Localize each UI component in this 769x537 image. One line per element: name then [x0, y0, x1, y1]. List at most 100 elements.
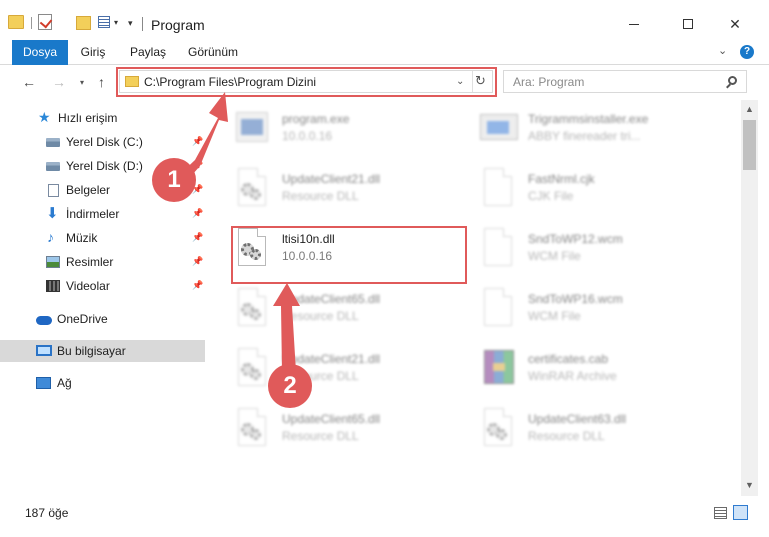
list-item[interactable]: UpdateClient65.dll Resource DLL — [234, 406, 464, 460]
expand-ribbon-icon[interactable]: ⌄ — [718, 44, 727, 57]
scroll-down-icon[interactable]: ▼ — [745, 480, 754, 490]
details-view-icon[interactable] — [714, 507, 727, 519]
tab-view[interactable]: Görünüm — [188, 40, 238, 65]
list-item[interactable]: SndToWP12.wcm WCM File — [480, 226, 710, 280]
close-icon: ✕ — [729, 15, 741, 32]
scroll-up-icon[interactable]: ▲ — [745, 104, 754, 114]
pin-icon: 📌 — [192, 232, 204, 242]
tab-share[interactable]: Paylaş — [130, 40, 166, 65]
sidebar-item-downloads[interactable]: ⬇ İndirmeler 📌 — [0, 203, 205, 225]
sidebar-item-label: OneDrive — [57, 312, 108, 326]
sidebar-item-this-pc[interactable]: Bu bilgisayar — [0, 340, 205, 362]
sidebar-item-label: Belgeler — [66, 183, 111, 197]
archive-icon — [480, 348, 516, 392]
folder-icon — [8, 15, 24, 29]
status-bar: 187 öğe — [0, 500, 769, 527]
file-icon — [480, 288, 516, 332]
maximize-button[interactable] — [665, 10, 711, 38]
download-icon: ⬇ — [46, 205, 59, 222]
file-name: UpdateClient63.dll — [528, 412, 627, 426]
chevron-down-icon[interactable]: ▾ — [114, 18, 124, 28]
back-arrow-icon[interactable]: ← — [22, 74, 36, 90]
list-item[interactable]: SndToWP16.wcm WCM File — [480, 286, 710, 340]
sidebar-item-label: Resimler — [66, 255, 114, 269]
properties-check-icon[interactable] — [38, 14, 52, 30]
drive-icon — [46, 138, 60, 147]
file-name: FastNrml.cjk — [528, 172, 595, 186]
cloud-icon — [36, 316, 52, 325]
file-name: certificates.cab — [528, 352, 609, 366]
sidebar-item-label: İndirmeler — [66, 207, 120, 221]
help-icon[interactable]: ? — [740, 45, 754, 59]
recent-locations-icon[interactable]: ▾ — [80, 78, 84, 87]
file-name: program.exe — [282, 112, 350, 126]
sidebar-item-music[interactable]: ♪ Müzik 📌 — [0, 227, 205, 249]
exe-icon — [234, 108, 270, 152]
sidebar-item-label: Hızlı erişim — [58, 111, 118, 125]
file-name: UpdateClient21.dll — [282, 352, 381, 366]
file-name: UpdateClient65.dll — [282, 292, 381, 306]
new-folder-icon[interactable] — [76, 16, 91, 30]
forward-arrow-icon[interactable]: → — [52, 74, 66, 90]
file-name: SndToWP16.wcm — [528, 292, 623, 306]
tab-file[interactable]: Dosya — [12, 40, 68, 65]
sidebar-item-label: Videolar — [66, 279, 110, 293]
dll-icon — [480, 408, 516, 452]
close-button[interactable]: ✕ — [712, 10, 758, 38]
drive-icon — [46, 162, 60, 171]
file-name: Trigrammsinstaller.exe — [528, 112, 649, 126]
pin-icon: 📌 — [192, 280, 204, 290]
sidebar-item-onedrive[interactable]: OneDrive — [0, 308, 205, 330]
sidebar-item-local-disk-c[interactable]: Yerel Disk (C:) 📌 — [0, 131, 205, 153]
list-item[interactable]: program.exe 10.0.0.16 — [234, 106, 464, 160]
minimize-button[interactable] — [611, 10, 657, 38]
sidebar-item-network[interactable]: Ağ — [0, 372, 205, 394]
list-item[interactable]: FastNrml.cjk CJK File — [480, 166, 710, 220]
item-count: 187 öğe — [25, 506, 69, 520]
installer-icon — [480, 108, 518, 152]
sidebar-item-label: Müzik — [66, 231, 98, 245]
maximize-icon — [683, 19, 693, 29]
title-separator — [142, 17, 143, 31]
file-detail: WinRAR Archive — [528, 369, 617, 383]
sidebar-item-label: Yerel Disk (D:) — [66, 159, 143, 173]
list-item[interactable]: UpdateClient63.dll Resource DLL — [480, 406, 710, 460]
sidebar-item-pictures[interactable]: Resimler 📌 — [0, 251, 205, 273]
dll-icon — [234, 168, 270, 212]
pin-icon: 📌 — [192, 256, 204, 266]
up-arrow-icon[interactable]: ↑ — [98, 74, 105, 90]
file-detail: Resource DLL — [282, 429, 359, 443]
pin-icon: 📌 — [192, 208, 204, 218]
tab-home[interactable]: Giriş — [80, 40, 106, 65]
list-item[interactable]: UpdateClient21.dll Resource DLL — [234, 166, 464, 220]
file-name: UpdateClient65.dll — [282, 412, 381, 426]
window-title: Program — [151, 17, 205, 33]
music-icon: ♪ — [47, 229, 54, 245]
search-icon[interactable] — [728, 76, 737, 85]
search-box[interactable]: Ara: Program — [503, 70, 747, 93]
file-highlight-box — [231, 226, 467, 284]
document-icon — [48, 184, 59, 197]
title-bar: ▾ ▾ Program ✕ — [0, 0, 769, 40]
file-icon — [480, 168, 516, 212]
star-icon: ★ — [38, 109, 51, 125]
sidebar-item-videos[interactable]: Videolar 📌 — [0, 275, 205, 297]
file-detail: Resource DLL — [282, 309, 359, 323]
dll-icon — [234, 408, 270, 452]
file-detail: WCM File — [528, 309, 581, 323]
minimize-icon — [629, 23, 639, 25]
customize-toolbar-icon[interactable]: ▾ — [128, 18, 138, 36]
large-icons-view-icon[interactable] — [733, 505, 748, 520]
list-item[interactable]: Trigrammsinstaller.exe ABBY finereader t… — [480, 106, 710, 160]
properties-list-icon[interactable] — [98, 16, 110, 28]
list-item[interactable]: UpdateClient65.dll Resource DLL — [234, 286, 464, 340]
file-detail: WCM File — [528, 249, 581, 263]
step-1-badge: 1 — [152, 158, 196, 202]
vertical-scrollbar[interactable]: ▲ ▼ — [741, 100, 758, 496]
list-item[interactable]: certificates.cab WinRAR Archive — [480, 346, 710, 400]
sidebar-item-quick-access[interactable]: ★ Hızlı erişim — [0, 107, 205, 129]
search-placeholder[interactable]: Ara: Program — [513, 75, 584, 89]
file-detail: CJK File — [528, 189, 574, 203]
scrollbar-thumb[interactable] — [743, 120, 756, 170]
file-detail: Resource DLL — [528, 429, 605, 443]
